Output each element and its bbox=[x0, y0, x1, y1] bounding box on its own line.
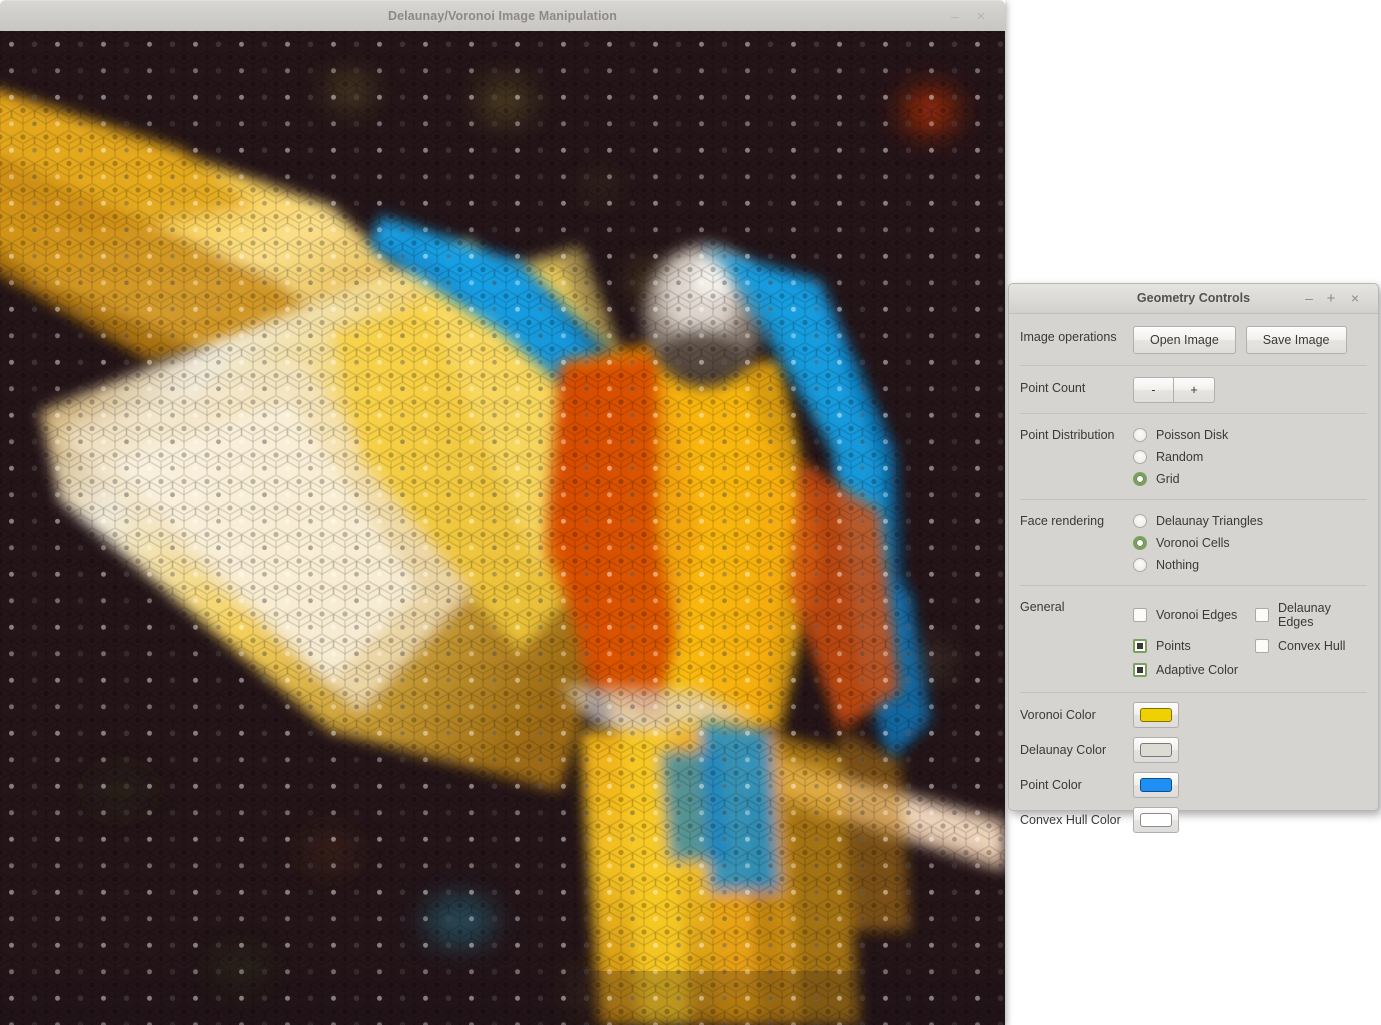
checkbox-row: Adaptive Color bbox=[1133, 663, 1368, 677]
checkbox-icon bbox=[1133, 608, 1147, 622]
point-color-button[interactable] bbox=[1133, 772, 1179, 798]
label-point-distribution: Point Distribution bbox=[1020, 428, 1115, 442]
row-voronoi-color: Voronoi Color bbox=[1009, 693, 1378, 731]
checkbox-row: Points Convex Hull bbox=[1133, 639, 1368, 653]
label-delaunay-color: Delaunay Color bbox=[1020, 743, 1107, 757]
radio-label: Delaunay Triangles bbox=[1156, 514, 1264, 528]
panel-titlebar[interactable]: Geometry Controls – + × bbox=[1009, 284, 1378, 314]
geometry-controls-panel: Geometry Controls – + × Image operations… bbox=[1008, 283, 1379, 833]
checkbox-delaunay-edges[interactable]: Delaunay Edges bbox=[1255, 601, 1368, 629]
radio-option-random[interactable]: Random bbox=[1133, 450, 1368, 464]
radio-label: Nothing bbox=[1156, 558, 1200, 572]
radio-option-nothing[interactable]: Nothing bbox=[1133, 558, 1368, 572]
row-delaunay-color: Delaunay Color bbox=[1009, 731, 1378, 766]
radio-selected-icon bbox=[1133, 472, 1147, 486]
voronoi-color-button[interactable] bbox=[1133, 702, 1179, 728]
row-general: General Voronoi Edges Delaunay Edges Poi… bbox=[1009, 586, 1378, 693]
checkbox-label: Points bbox=[1156, 639, 1191, 653]
panel-body: Image operations Open Image Save Image P… bbox=[1009, 314, 1378, 843]
close-icon[interactable]: × bbox=[1344, 284, 1366, 313]
label-face-rendering: Face rendering bbox=[1020, 514, 1105, 528]
checkbox-voronoi-edges[interactable]: Voronoi Edges bbox=[1133, 601, 1255, 629]
label-general: General bbox=[1020, 600, 1065, 614]
row-point-color: Point Color bbox=[1009, 766, 1378, 801]
checkbox-label: Adaptive Color bbox=[1156, 663, 1238, 677]
radio-icon bbox=[1133, 450, 1147, 464]
image-canvas[interactable] bbox=[0, 31, 1005, 1025]
radio-icon bbox=[1133, 514, 1147, 528]
label-convex-hull-color: Convex Hull Color bbox=[1020, 813, 1121, 827]
voronoi-artwork bbox=[0, 31, 1005, 1025]
delaunay-color-button[interactable] bbox=[1133, 737, 1179, 763]
save-image-button[interactable]: Save Image bbox=[1245, 326, 1347, 354]
maximize-icon[interactable]: + bbox=[1320, 284, 1342, 313]
point-distribution-radio-group: Poisson Disk Random Grid bbox=[1133, 424, 1368, 490]
row-convex-hull-color: Convex Hull Color bbox=[1009, 801, 1378, 843]
label-point-count: Point Count bbox=[1020, 381, 1086, 395]
general-checkbox-group: Voronoi Edges Delaunay Edges Points Conv… bbox=[1133, 596, 1368, 682]
minimize-icon[interactable]: – bbox=[1298, 284, 1320, 313]
radio-label: Grid bbox=[1156, 472, 1180, 486]
row-face-rendering: Face rendering Delaunay Triangles Vorono… bbox=[1009, 500, 1378, 586]
radio-icon bbox=[1133, 558, 1147, 572]
checkbox-label: Convex Hull bbox=[1278, 639, 1346, 653]
checkbox-adaptive-color[interactable]: Adaptive Color bbox=[1133, 663, 1255, 677]
close-icon[interactable]: × bbox=[969, 1, 993, 32]
label-voronoi-color: Voronoi Color bbox=[1020, 708, 1096, 722]
radio-label: Random bbox=[1156, 450, 1204, 464]
row-image-operations: Image operations Open Image Save Image bbox=[1009, 314, 1378, 366]
convex-hull-color-swatch bbox=[1140, 813, 1172, 827]
checkbox-label: Voronoi Edges bbox=[1156, 608, 1238, 622]
radio-label: Voronoi Cells bbox=[1156, 536, 1230, 550]
open-image-button[interactable]: Open Image bbox=[1133, 326, 1236, 354]
main-window-titlebar[interactable]: Delaunay/Voronoi Image Manipulation – × bbox=[0, 0, 1005, 31]
checkbox-checked-icon bbox=[1133, 639, 1147, 653]
face-rendering-radio-group: Delaunay Triangles Voronoi Cells Nothing bbox=[1133, 510, 1368, 576]
checkbox-icon bbox=[1255, 639, 1269, 653]
radio-option-voronoi-cells[interactable]: Voronoi Cells bbox=[1133, 536, 1368, 550]
radio-option-delaunay-triangles[interactable]: Delaunay Triangles bbox=[1133, 514, 1368, 528]
checkbox-row: Voronoi Edges Delaunay Edges bbox=[1133, 601, 1368, 629]
point-color-swatch bbox=[1140, 778, 1172, 792]
convex-hull-color-button[interactable] bbox=[1133, 807, 1179, 833]
label-point-color: Point Color bbox=[1020, 778, 1082, 792]
row-point-distribution: Point Distribution Poisson Disk Random G… bbox=[1009, 414, 1378, 500]
radio-selected-icon bbox=[1133, 536, 1147, 550]
checkbox-checked-icon bbox=[1133, 663, 1147, 677]
voronoi-color-swatch bbox=[1140, 708, 1172, 722]
radio-label: Poisson Disk bbox=[1156, 428, 1229, 442]
label-image-operations: Image operations bbox=[1020, 330, 1117, 344]
point-count-stepper: - + bbox=[1133, 377, 1215, 403]
checkbox-points[interactable]: Points bbox=[1133, 639, 1255, 653]
minimize-icon[interactable]: – bbox=[943, 1, 967, 32]
main-window-title: Delaunay/Voronoi Image Manipulation bbox=[388, 9, 617, 23]
checkbox-label: Delaunay Edges bbox=[1278, 601, 1331, 629]
checkbox-convex-hull[interactable]: Convex Hull bbox=[1255, 639, 1345, 653]
row-point-count: Point Count - + bbox=[1009, 366, 1378, 414]
point-count-increment-button[interactable]: + bbox=[1174, 377, 1215, 403]
radio-icon bbox=[1133, 428, 1147, 442]
screen: Delaunay/Voronoi Image Manipulation – × bbox=[0, 0, 1381, 1025]
delaunay-color-swatch bbox=[1140, 743, 1172, 757]
point-count-decrement-button[interactable]: - bbox=[1133, 377, 1174, 403]
radio-option-poisson-disk[interactable]: Poisson Disk bbox=[1133, 428, 1368, 442]
radio-option-grid[interactable]: Grid bbox=[1133, 472, 1368, 486]
checkbox-icon bbox=[1255, 608, 1269, 622]
main-window: Delaunay/Voronoi Image Manipulation – × bbox=[0, 0, 1005, 1025]
